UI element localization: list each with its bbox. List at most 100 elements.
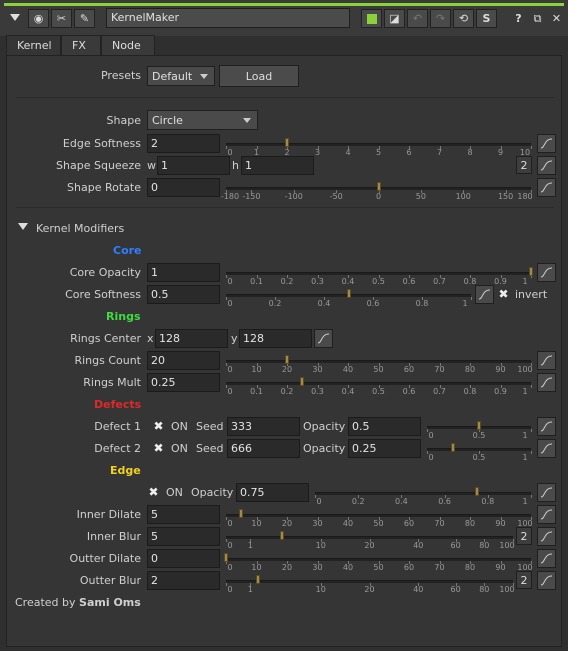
edge-opacity-input[interactable]: 0.75 xyxy=(236,483,309,502)
inner-dilate-input[interactable]: 5 xyxy=(147,505,220,524)
squeeze-h-input[interactable]: 1 xyxy=(241,156,314,175)
shape-rotate-slider[interactable]: -180 -150 -100 -50 0 50 100 150 180 xyxy=(221,182,533,204)
outter-blur-input[interactable]: 2 xyxy=(147,571,220,590)
opacity-label: Opacity xyxy=(303,442,346,455)
undo-icon[interactable]: ↶ xyxy=(407,9,428,28)
slider-handle[interactable] xyxy=(224,553,228,562)
revert-icon[interactable]: ⟲ xyxy=(453,9,474,28)
slider-tick-label: 1 xyxy=(522,497,528,506)
slider-handle[interactable] xyxy=(279,531,284,540)
shape-dropdown[interactable]: Circle xyxy=(147,110,258,130)
tab-fx[interactable]: FX xyxy=(61,35,101,56)
curve-icon[interactable] xyxy=(314,329,333,348)
center-node-icon[interactable]: ◉ xyxy=(28,9,49,28)
slider-tick-label: 9 xyxy=(497,148,504,157)
curve-icon[interactable] xyxy=(537,439,556,458)
outter-dilate-slider[interactable]: 0 10 20 30 40 50 60 70 80 90 100 xyxy=(224,553,533,575)
tab-kernel[interactable]: Kernel xyxy=(6,35,61,57)
redo-icon[interactable]: ↷ xyxy=(430,9,451,28)
slider-handle[interactable] xyxy=(451,443,455,452)
defect-2-opacity-input[interactable]: 0.25 xyxy=(348,439,421,458)
outter-dilate-input[interactable]: 0 xyxy=(147,549,220,568)
edge-on-checkbox[interactable]: ✖ xyxy=(147,486,160,499)
curve-icon[interactable] xyxy=(537,571,556,590)
slider-handle[interactable] xyxy=(256,575,261,584)
inner-dilate-slider[interactable]: 0 10 20 30 40 50 60 70 80 90 100 xyxy=(226,509,533,531)
inner-blur-slider[interactable]: 0 1 10 20 40 60 80 100 xyxy=(226,531,515,553)
rings-mult-input[interactable]: 0.25 xyxy=(147,373,220,392)
slider-handle[interactable] xyxy=(477,421,481,430)
slider-tick-label: 60 xyxy=(403,365,415,374)
minimize-icon[interactable]: ✂ xyxy=(51,9,72,28)
slider-handle[interactable] xyxy=(346,289,351,298)
curve-icon[interactable] xyxy=(537,351,556,370)
curve-icon[interactable] xyxy=(537,263,556,282)
curve-icon[interactable] xyxy=(537,156,556,175)
slider-handle[interactable] xyxy=(285,138,289,147)
slider-tick-label: 70 xyxy=(434,365,445,374)
rings-center-x-input[interactable]: 128 xyxy=(155,329,228,348)
tab-node[interactable]: Node xyxy=(101,35,155,56)
rings-center-y-input[interactable]: 128 xyxy=(239,329,312,348)
slider-handle[interactable] xyxy=(239,509,244,518)
inner-blur-input[interactable]: 5 xyxy=(147,527,220,546)
slider-handle[interactable] xyxy=(529,267,533,276)
defect-1-on-checkbox[interactable]: ✖ xyxy=(152,420,165,433)
curve-icon[interactable] xyxy=(537,178,556,197)
help-button[interactable]: ? xyxy=(508,9,529,28)
core-opacity-input[interactable]: 1 xyxy=(147,263,220,282)
curve-icon[interactable] xyxy=(537,417,556,436)
defect-2-label: Defect 2 xyxy=(94,442,141,455)
edge-softness-input[interactable]: 2 xyxy=(147,134,220,153)
slider-handle[interactable] xyxy=(376,182,381,191)
defect-2-on-checkbox[interactable]: ✖ xyxy=(152,442,165,455)
on-label: ON xyxy=(171,420,188,433)
load-button[interactable]: Load xyxy=(219,65,299,87)
channels-badge[interactable]: 2 xyxy=(516,571,532,589)
curve-icon[interactable] xyxy=(537,483,556,502)
core-softness-input[interactable]: 0.5 xyxy=(147,285,220,304)
curve-icon[interactable] xyxy=(537,549,556,568)
defect-1-seed-input[interactable]: 333 xyxy=(227,417,300,436)
expand-triangle-icon[interactable] xyxy=(18,223,28,230)
collapse-triangle-icon[interactable] xyxy=(10,14,20,21)
core-softness-slider[interactable]: 0 0.2 0.4 0.6 0.8 1 xyxy=(226,289,472,311)
outter-blur-slider[interactable]: 0 1 10 20 40 60 80 100 xyxy=(226,575,515,597)
invert-label: invert xyxy=(515,288,548,301)
rings-section-title: Rings xyxy=(106,310,141,323)
node-name-field[interactable]: KernelMaker xyxy=(106,8,350,28)
defect-1-opacity-input[interactable]: 0.5 xyxy=(348,417,421,436)
slider-tick-label: 0 xyxy=(227,563,233,572)
channels-badge[interactable]: 2 xyxy=(516,527,532,545)
clear-icon[interactable]: ◪ xyxy=(384,9,405,28)
slider-tick-label: 0.7 xyxy=(433,277,446,286)
slider-handle[interactable] xyxy=(285,355,289,364)
rings-mult-slider[interactable]: 0 0.1 0.2 0.3 0.4 0.5 0.6 0.7 0.8 0.9 1 xyxy=(226,377,532,399)
defect-2-seed-input[interactable]: 666 xyxy=(227,439,300,458)
float-icon[interactable]: ⧉ xyxy=(527,9,548,28)
inner-blur-label: Inner Blur xyxy=(86,530,141,543)
squeeze-w-input[interactable]: 1 xyxy=(157,156,230,175)
curve-icon[interactable] xyxy=(537,505,556,524)
close-icon[interactable]: ✕ xyxy=(546,9,567,28)
defect-2-opacity-slider[interactable]: 0 0.5 1 xyxy=(427,443,532,465)
slider-handle[interactable] xyxy=(300,377,305,386)
shape-rotate-input[interactable]: 0 xyxy=(147,178,220,197)
curve-icon[interactable] xyxy=(537,527,556,546)
node-color-button[interactable] xyxy=(361,9,382,28)
rings-count-input[interactable]: 20 xyxy=(147,351,220,370)
curve-icon[interactable] xyxy=(537,134,556,153)
script-button[interactable]: S xyxy=(476,9,497,28)
presets-dropdown[interactable]: Default xyxy=(147,66,215,86)
slider-handle[interactable] xyxy=(475,487,479,496)
rings-count-slider[interactable]: 0 10 20 30 40 50 60 70 80 90 100 xyxy=(226,355,533,377)
curve-icon[interactable] xyxy=(475,285,494,304)
slider-tick-label: 60 xyxy=(450,585,461,594)
edge-opacity-slider[interactable]: 0 0.2 0.4 0.6 0.8 1 xyxy=(315,487,532,509)
invert-checkbox[interactable]: ✖ xyxy=(497,288,510,301)
tool-icon[interactable]: ✎ xyxy=(74,9,95,28)
defect-1-opacity-slider[interactable]: 0 0.5 1 xyxy=(427,421,532,443)
y-label: y xyxy=(231,332,238,345)
curve-icon[interactable] xyxy=(537,373,556,392)
channels-badge[interactable]: 2 xyxy=(516,156,532,174)
